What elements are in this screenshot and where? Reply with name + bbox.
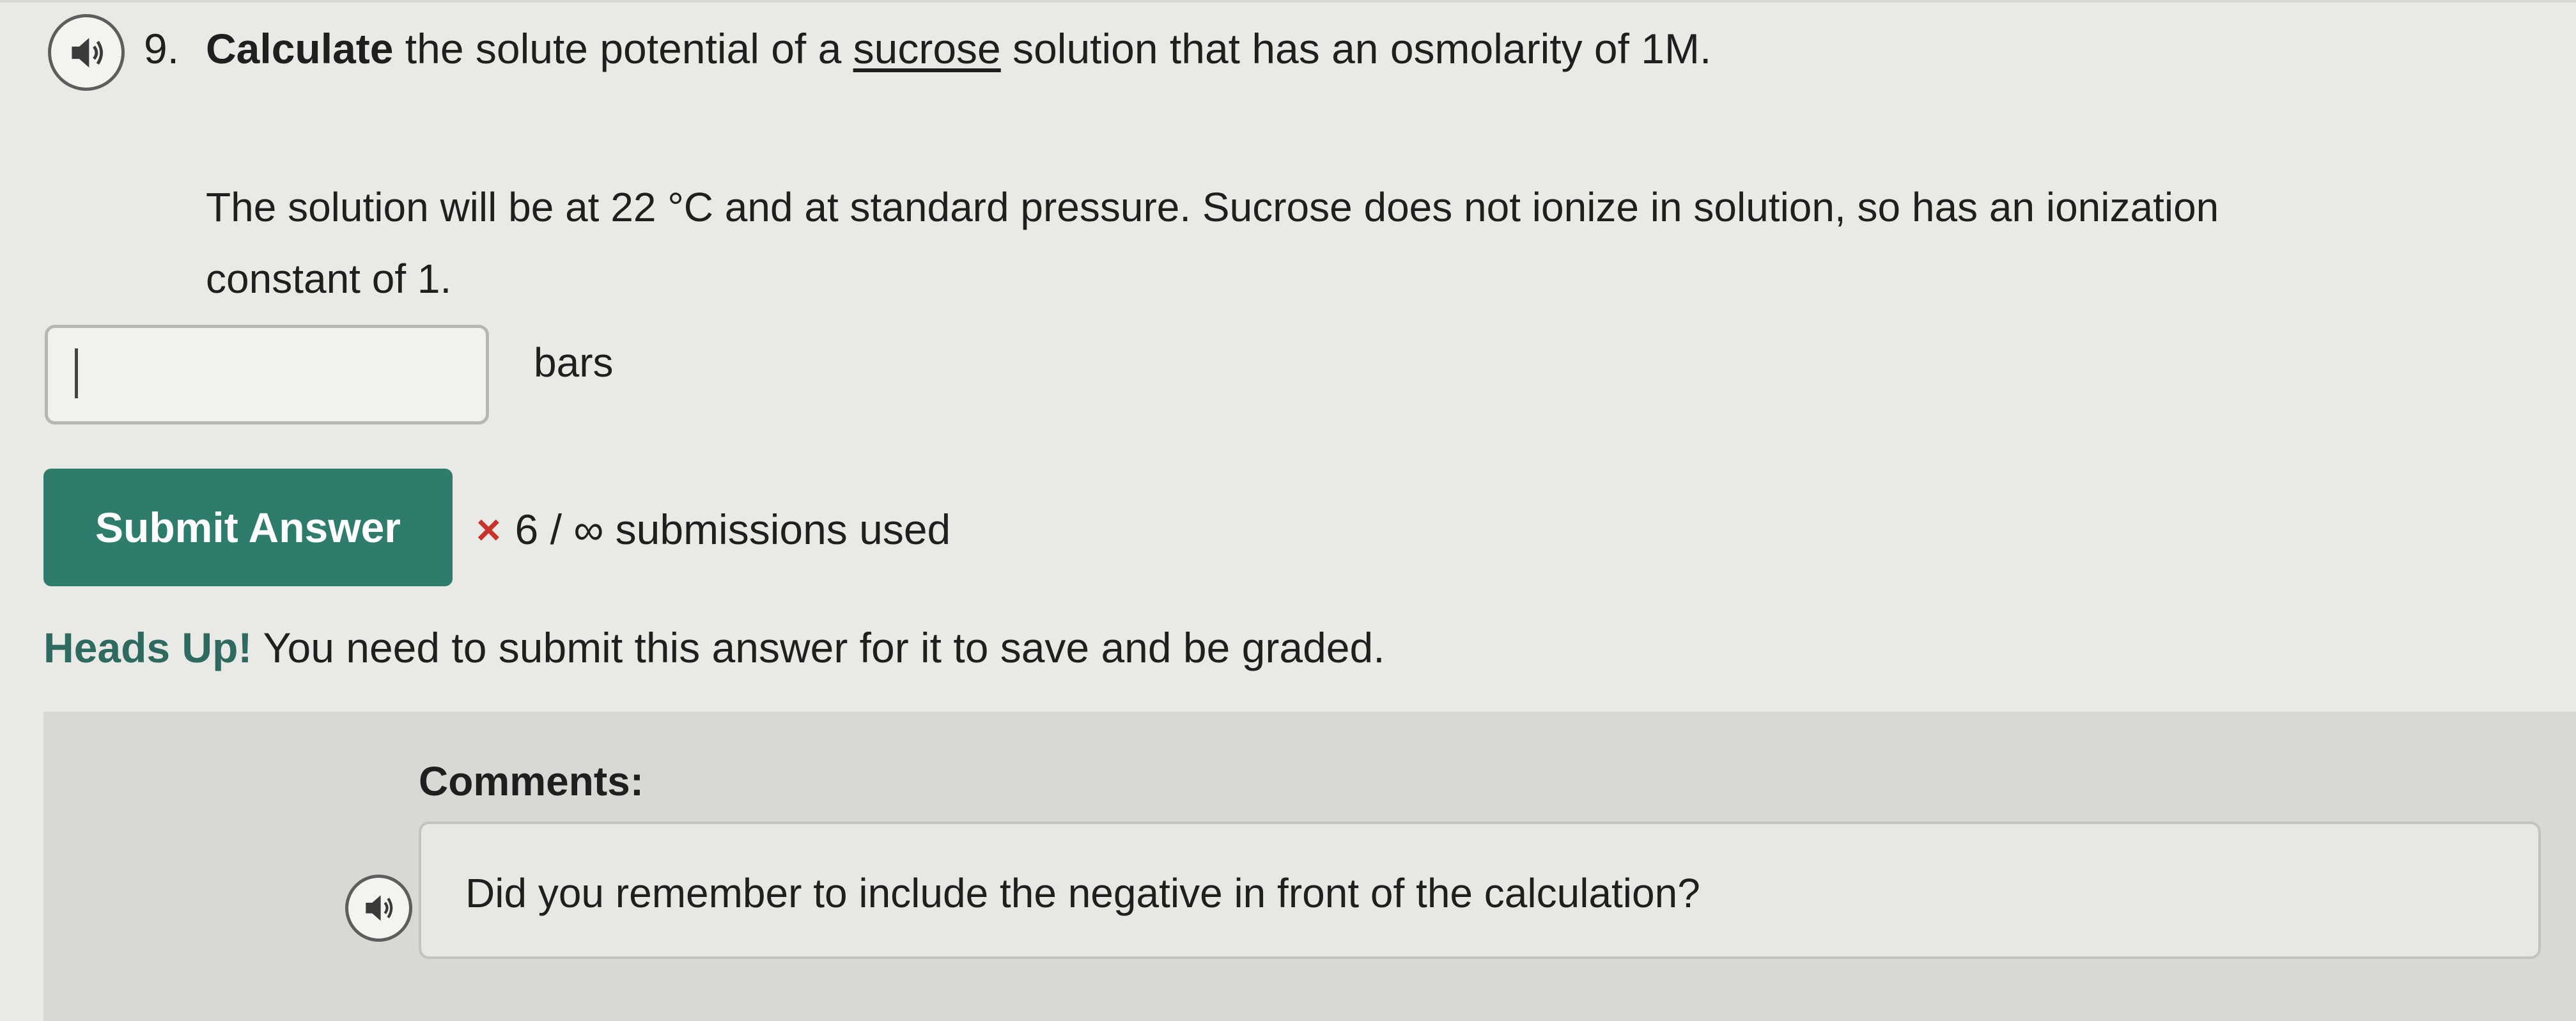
text-cursor (75, 348, 78, 398)
submission-count: 6 / ∞ submissions used (515, 506, 951, 553)
top-divider (0, 0, 2576, 3)
read-aloud-button[interactable] (48, 14, 125, 91)
question-underlined-term: sucrose (853, 25, 1001, 72)
submit-answer-button[interactable]: Submit Answer (43, 469, 453, 586)
question-number: 9. (144, 25, 180, 72)
question-prompt: Calculate the solute potential of a sucr… (206, 24, 1711, 73)
comment-text: Did you remember to include the negative… (465, 870, 1700, 916)
speaker-icon (71, 37, 103, 68)
speaker-icon (366, 895, 393, 921)
question-text-before: the solute potential of a (393, 25, 853, 72)
question-verb: Calculate (206, 25, 394, 72)
heads-up-notice: Heads Up! You need to submit this answer… (43, 623, 1385, 672)
incorrect-icon: × (476, 506, 501, 553)
question-text-after: solution that has an osmolarity of 1M. (1000, 25, 1712, 72)
heads-up-text: You need to submit this answer for it to… (252, 624, 1385, 671)
heads-up-label: Heads Up! (43, 624, 252, 671)
comments-label: Comments: (419, 758, 644, 804)
submission-status: × 6 / ∞ submissions used (476, 505, 950, 554)
comment-read-aloud-button[interactable] (345, 875, 412, 942)
answer-unit: bars (534, 339, 614, 386)
answer-input[interactable] (45, 325, 489, 425)
question-detail: The solution will be at 22 °C and at sta… (206, 184, 2219, 302)
